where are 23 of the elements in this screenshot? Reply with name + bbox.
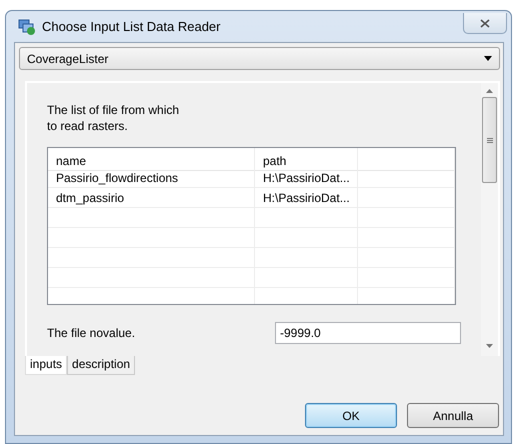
reader-dropdown[interactable]: CoverageLister	[19, 47, 500, 70]
scroll-up-icon	[486, 89, 493, 93]
grip-icon	[486, 138, 492, 142]
window-title: Choose Input List Data Reader	[42, 19, 220, 34]
table-cell: H:\PassirioDat...	[255, 188, 358, 208]
table-cell: dtm_passirio	[48, 188, 255, 208]
column-header[interactable]: path	[255, 148, 358, 171]
app-icon	[18, 18, 36, 34]
tab[interactable]: inputs	[25, 356, 68, 375]
close-icon	[480, 18, 490, 28]
description-text: The list of file from which to read rasters.	[47, 102, 180, 134]
novalue-label: The file novalue.	[47, 326, 136, 340]
scroll-down-icon	[486, 344, 493, 348]
column-header[interactable]: name	[48, 148, 255, 171]
table-cell: Passirio_flowdirections	[48, 168, 255, 188]
tab[interactable]: description	[67, 356, 136, 375]
dropdown-arrow-icon	[484, 56, 492, 61]
close-button[interactable]	[463, 13, 507, 34]
scrollbar[interactable]	[481, 83, 498, 356]
cancel-button[interactable]: Annulla	[407, 403, 499, 428]
table-cell: H:\PassirioDat...	[255, 168, 358, 188]
ok-button[interactable]: OK	[305, 403, 397, 428]
novalue-field[interactable]: -9999.0	[275, 322, 461, 344]
